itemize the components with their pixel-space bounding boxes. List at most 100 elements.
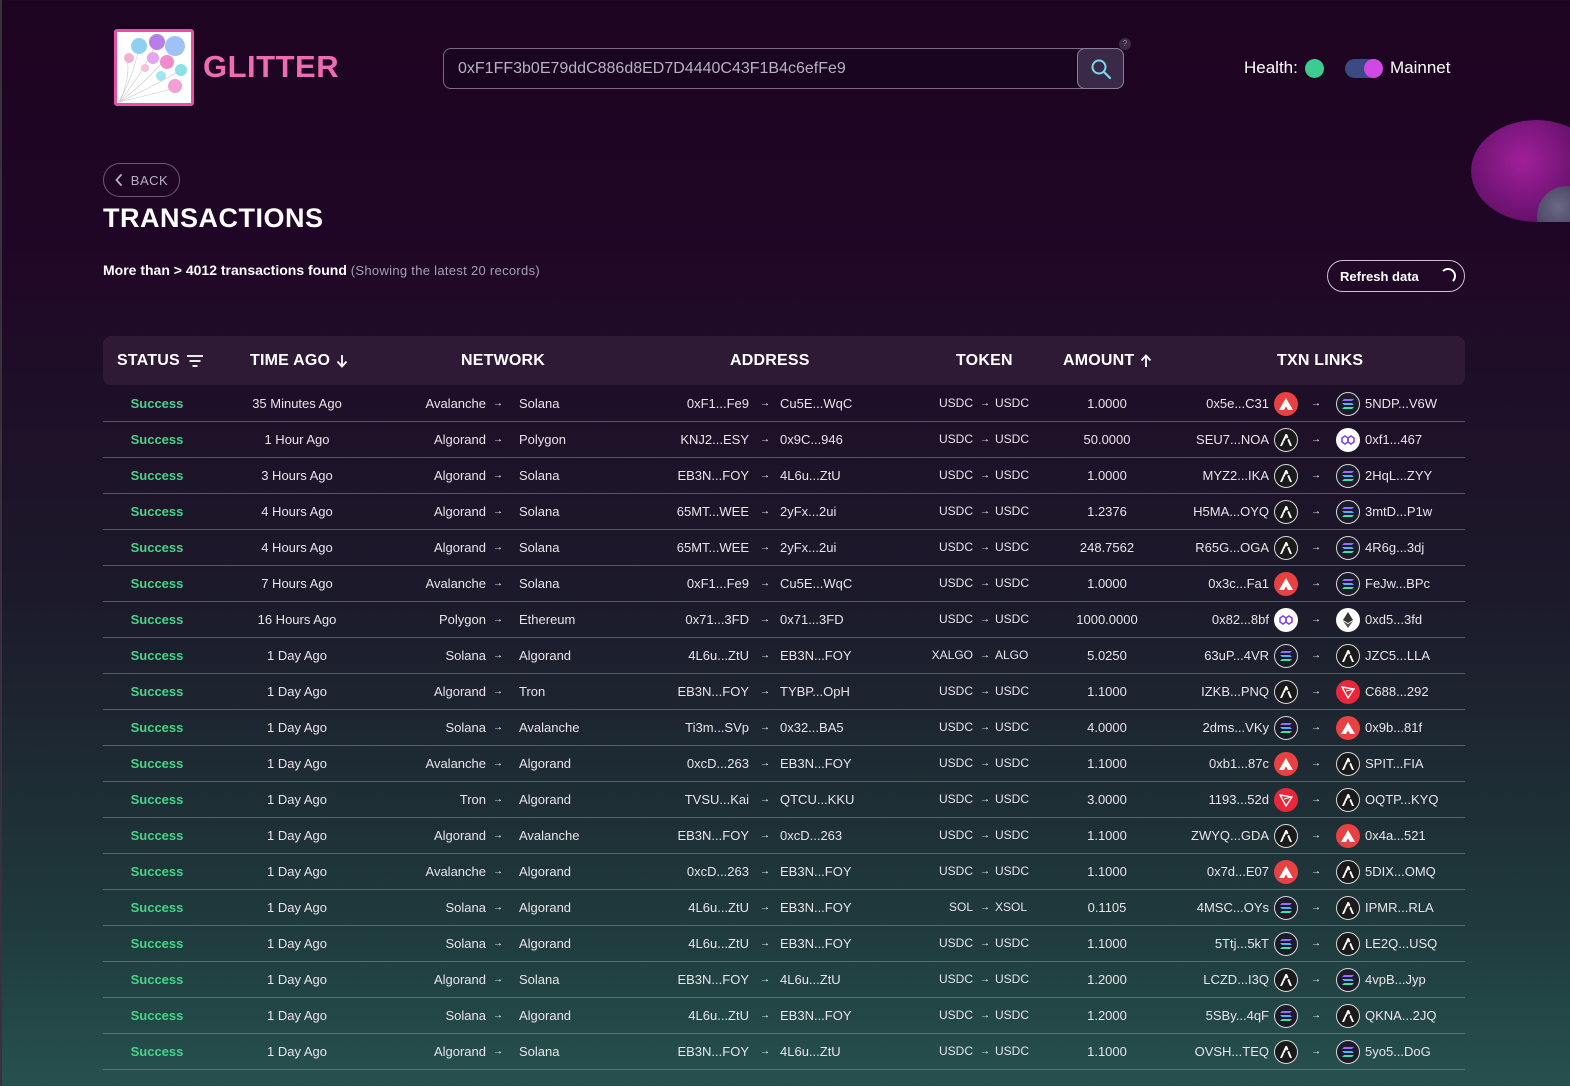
ethereum-icon[interactable]: [1336, 608, 1360, 632]
algorand-icon[interactable]: [1336, 644, 1360, 668]
to-address-cell[interactable]: 4L6u...ZtU: [780, 1034, 900, 1069]
algorand-icon[interactable]: [1336, 752, 1360, 776]
destination-txn-link[interactable]: 0xf1...467: [1365, 422, 1465, 457]
tron-icon[interactable]: [1336, 680, 1360, 704]
from-address-cell[interactable]: EB3N...FOY: [648, 458, 749, 493]
solana-icon[interactable]: [1336, 968, 1360, 992]
source-txn-link[interactable]: 5Ttj...5kT: [1163, 926, 1269, 961]
destination-txn-link[interactable]: 0x4a...521: [1365, 818, 1465, 853]
table-row[interactable]: Success 1 Day Ago Tron → Algorand TVSU...Kai →…: [103, 782, 1465, 818]
algorand-icon[interactable]: [1336, 932, 1360, 956]
from-address-cell[interactable]: 4L6u...ZtU: [648, 998, 749, 1033]
from-address-cell[interactable]: Ti3m...SVp: [648, 710, 749, 745]
source-txn-link[interactable]: 63uP...4VR: [1163, 638, 1269, 673]
from-address-cell[interactable]: KNJ2...ESY: [648, 422, 749, 457]
source-txn-link[interactable]: 0x3c...Fa1: [1163, 566, 1269, 601]
solana-icon[interactable]: [1274, 932, 1298, 956]
table-row[interactable]: Success 1 Day Ago Solana → Algorand 4L6u...Zt…: [103, 638, 1465, 674]
from-address-cell[interactable]: 0x71...3FD: [648, 602, 749, 637]
table-row[interactable]: Success 3 Hours Ago Algorand → Solana EB3N...…: [103, 458, 1465, 494]
logo-image[interactable]: [114, 29, 194, 106]
from-address-cell[interactable]: EB3N...FOY: [648, 962, 749, 997]
from-address-cell[interactable]: 0xcD...263: [648, 746, 749, 781]
destination-txn-link[interactable]: 0x9b...81f: [1365, 710, 1465, 745]
destination-txn-link[interactable]: OQTP...KYQ: [1365, 782, 1465, 817]
to-address-cell[interactable]: EB3N...FOY: [780, 746, 900, 781]
algorand-icon[interactable]: [1274, 680, 1298, 704]
algorand-icon[interactable]: [1336, 788, 1360, 812]
source-txn-link[interactable]: LCZD...I3Q: [1163, 962, 1269, 997]
table-row[interactable]: Success 1 Day Ago Algorand → Solana EB3N...FO…: [103, 962, 1465, 998]
to-address-cell[interactable]: 0x32...BA5: [780, 710, 900, 745]
algorand-icon[interactable]: [1274, 1040, 1298, 1064]
table-row[interactable]: Success 1 Day Ago Solana → Algorand 4L6u...Zt…: [103, 890, 1465, 926]
from-address-cell[interactable]: 0xcD...263: [648, 854, 749, 889]
help-badge[interactable]: ?: [1119, 38, 1131, 50]
solana-icon[interactable]: [1336, 572, 1360, 596]
table-row[interactable]: Success 4 Hours Ago Algorand → Solana 65MT...…: [103, 494, 1465, 530]
to-address-cell[interactable]: EB3N...FOY: [780, 926, 900, 961]
algorand-icon[interactable]: [1274, 428, 1298, 452]
from-address-cell[interactable]: EB3N...FOY: [648, 1034, 749, 1069]
table-row[interactable]: Success 1 Day Ago Algorand → Solana EB3N...FO…: [103, 1034, 1465, 1070]
network-toggle[interactable]: [1345, 59, 1383, 78]
to-address-cell[interactable]: 2yFx...2ui: [780, 494, 900, 529]
solana-icon[interactable]: [1336, 500, 1360, 524]
destination-txn-link[interactable]: LE2Q...USQ: [1365, 926, 1465, 961]
destination-txn-link[interactable]: 3mtD...P1w: [1365, 494, 1465, 529]
to-address-cell[interactable]: 2yFx...2ui: [780, 530, 900, 565]
destination-txn-link[interactable]: 4R6g...3dj: [1365, 530, 1465, 565]
destination-txn-link[interactable]: 2HqL...ZYY: [1365, 458, 1465, 493]
to-address-cell[interactable]: EB3N...FOY: [780, 890, 900, 925]
from-address-cell[interactable]: 4L6u...ZtU: [648, 926, 749, 961]
from-address-cell[interactable]: 65MT...WEE: [648, 494, 749, 529]
solana-icon[interactable]: [1274, 1004, 1298, 1028]
to-address-cell[interactable]: 4L6u...ZtU: [780, 962, 900, 997]
destination-txn-link[interactable]: 5yo5...DoG: [1365, 1034, 1465, 1069]
to-address-cell[interactable]: 0x9C...946: [780, 422, 900, 457]
algorand-icon[interactable]: [1274, 824, 1298, 848]
table-row[interactable]: Success 16 Hours Ago Polygon → Ethereum 0x71.…: [103, 602, 1465, 638]
source-txn-link[interactable]: OVSH...TEQ: [1163, 1034, 1269, 1069]
destination-txn-link[interactable]: C688...292: [1365, 674, 1465, 709]
avalanche-icon[interactable]: [1336, 824, 1360, 848]
source-txn-link[interactable]: ZWYQ...GDA: [1163, 818, 1269, 853]
algorand-icon[interactable]: [1274, 968, 1298, 992]
table-row[interactable]: Success 1 Day Ago Avalanche → Algorand 0xcD..…: [103, 746, 1465, 782]
to-address-cell[interactable]: EB3N...FOY: [780, 638, 900, 673]
to-address-cell[interactable]: EB3N...FOY: [780, 854, 900, 889]
avalanche-icon[interactable]: [1336, 716, 1360, 740]
source-txn-link[interactable]: MYZ2...IKA: [1163, 458, 1269, 493]
destination-txn-link[interactable]: 5DIX...OMQ: [1365, 854, 1465, 889]
column-amount[interactable]: AMOUNT: [1063, 336, 1152, 385]
column-status[interactable]: STATUS: [117, 336, 204, 385]
table-row[interactable]: Success 35 Minutes Ago Avalanche → Solana 0xF…: [103, 386, 1465, 422]
search-button[interactable]: [1077, 48, 1124, 89]
algorand-icon[interactable]: [1336, 1004, 1360, 1028]
destination-txn-link[interactable]: 5NDP...V6W: [1365, 386, 1465, 421]
to-address-cell[interactable]: 0x71...3FD: [780, 602, 900, 637]
algorand-icon[interactable]: [1336, 896, 1360, 920]
to-address-cell[interactable]: 0xcD...263: [780, 818, 900, 853]
to-address-cell[interactable]: QTCU...KKU: [780, 782, 900, 817]
table-row[interactable]: Success 7 Hours Ago Avalanche → Solana 0xF1..…: [103, 566, 1465, 602]
table-row[interactable]: Success 1 Day Ago Algorand → Tron EB3N...FOY →…: [103, 674, 1465, 710]
from-address-cell[interactable]: 65MT...WEE: [648, 530, 749, 565]
algorand-icon[interactable]: [1336, 860, 1360, 884]
from-address-cell[interactable]: TVSU...Kai: [648, 782, 749, 817]
solana-icon[interactable]: [1336, 464, 1360, 488]
source-txn-link[interactable]: 0x5e...C31: [1163, 386, 1269, 421]
destination-txn-link[interactable]: FeJw...BPc: [1365, 566, 1465, 601]
search-input[interactable]: [458, 49, 1068, 88]
source-txn-link[interactable]: H5MA...OYQ: [1163, 494, 1269, 529]
solana-icon[interactable]: [1274, 896, 1298, 920]
table-row[interactable]: Success 1 Day Ago Solana → Algorand 4L6u...Zt…: [103, 926, 1465, 962]
destination-txn-link[interactable]: IPMR...RLA: [1365, 890, 1465, 925]
polygon-icon[interactable]: [1274, 608, 1298, 632]
table-row[interactable]: Success 4 Hours Ago Algorand → Solana 65MT...…: [103, 530, 1465, 566]
from-address-cell[interactable]: EB3N...FOY: [648, 674, 749, 709]
solana-icon[interactable]: [1336, 392, 1360, 416]
from-address-cell[interactable]: 4L6u...ZtU: [648, 890, 749, 925]
source-txn-link[interactable]: 2dms...VKy: [1163, 710, 1269, 745]
source-txn-link[interactable]: 0xb1...87c: [1163, 746, 1269, 781]
